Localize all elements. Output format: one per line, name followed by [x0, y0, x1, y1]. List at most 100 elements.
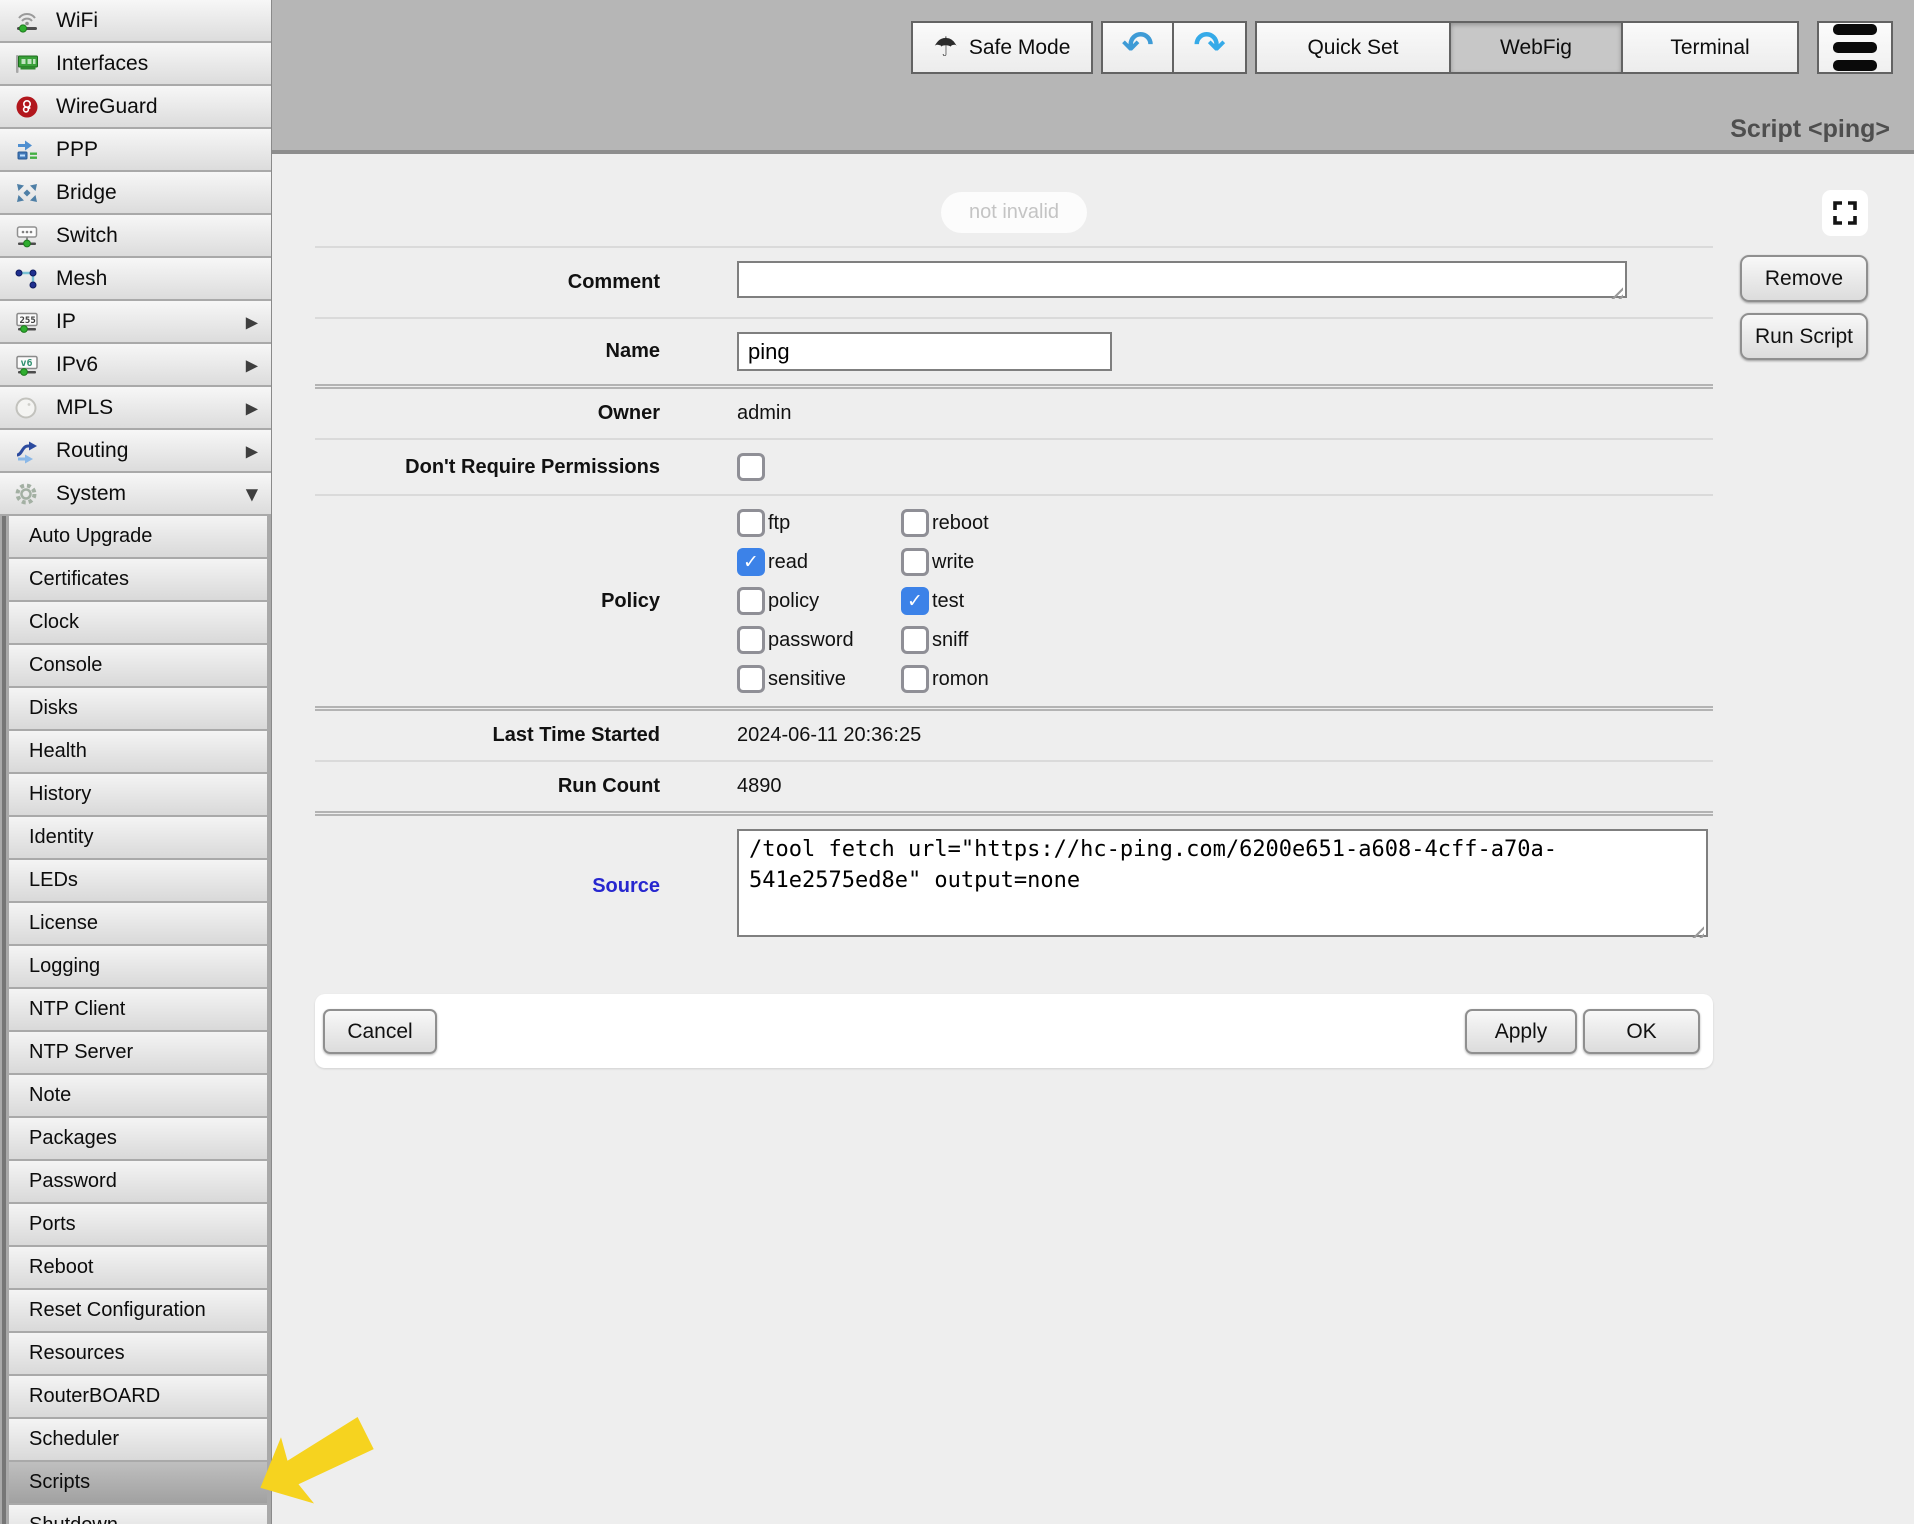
sidebar-item-routing[interactable]: Routing ▶: [0, 430, 271, 471]
sidebar-item-ipv6[interactable]: v6 IPv6 ▶: [0, 344, 271, 385]
chevron-right-icon: ▶: [246, 312, 258, 331]
form-button-bar: Cancel Apply OK: [315, 994, 1713, 1068]
sidebar-item-wireguard[interactable]: WireGuard: [0, 86, 271, 127]
policy-item-sensitive[interactable]: ✓sensitive: [737, 665, 901, 693]
source-field[interactable]: /tool fetch url="https://hc-ping.com/620…: [737, 829, 1708, 937]
sidebar-item-logging[interactable]: Logging: [9, 946, 267, 987]
policy-checkbox-sensitive[interactable]: ✓: [737, 665, 765, 693]
sidebar-item-ntp-client[interactable]: NTP Client: [9, 989, 267, 1030]
sidebar-item-password[interactable]: Password: [9, 1161, 267, 1202]
sidebar-item-routerboard[interactable]: RouterBOARD: [9, 1376, 267, 1417]
sidebar-item-identity[interactable]: Identity: [9, 817, 267, 858]
chevron-down-icon: ▼: [246, 484, 258, 503]
sidebar-item-scheduler[interactable]: Scheduler: [9, 1419, 267, 1460]
run-script-button[interactable]: Run Script: [1740, 313, 1868, 360]
sidebar-item-label: System: [56, 482, 126, 506]
safe-mode-button[interactable]: ☂ Safe Mode: [911, 21, 1093, 74]
sidebar-item-packages[interactable]: Packages: [9, 1118, 267, 1159]
last-time-started-value: 2024-06-11 20:36:25: [737, 724, 921, 747]
sidebar-item-history[interactable]: History: [9, 774, 267, 815]
sidebar: WiFi Interfaces WireGuard PPP Bridge Swi…: [0, 0, 272, 1524]
sidebar-item-ppp[interactable]: PPP: [0, 129, 271, 170]
interfaces-icon: [12, 50, 42, 78]
mesh-icon: [12, 265, 42, 293]
policy-item-policy[interactable]: ✓policy: [737, 587, 901, 615]
policy-checkbox-romon[interactable]: ✓: [901, 665, 929, 693]
policy-row: Policy ✓ftp ✓reboot ✓read ✓write ✓policy…: [315, 494, 1713, 706]
fullscreen-button[interactable]: [1822, 190, 1868, 236]
ip-icon: 255: [12, 308, 42, 336]
sidebar-item-label: Interfaces: [56, 52, 148, 76]
policy-checkbox-ftp[interactable]: ✓: [737, 509, 765, 537]
policy-checkbox-reboot[interactable]: ✓: [901, 509, 929, 537]
policy-item-romon[interactable]: ✓romon: [901, 665, 989, 693]
mpls-icon: [12, 394, 42, 422]
undo-button[interactable]: ↶: [1101, 21, 1174, 74]
sidebar-item-mesh[interactable]: Mesh: [0, 258, 271, 299]
sidebar-item-reboot[interactable]: Reboot: [9, 1247, 267, 1288]
sidebar-item-scripts[interactable]: Scripts: [9, 1462, 267, 1503]
policy-label: Policy: [315, 590, 660, 613]
policy-item-test[interactable]: ✓test: [901, 587, 989, 615]
policy-checkbox-read[interactable]: ✓: [737, 548, 765, 576]
policy-checkbox-test[interactable]: ✓: [901, 587, 929, 615]
policy-item-read[interactable]: ✓read: [737, 548, 901, 576]
source-label[interactable]: Source: [315, 875, 660, 898]
run-count-row: Run Count 4890: [315, 760, 1713, 811]
sidebar-item-disks[interactable]: Disks: [9, 688, 267, 729]
sidebar-item-label: MPLS: [56, 396, 113, 420]
content-area: Remove Run Script not invalid Comment Na…: [272, 154, 1914, 1524]
sidebar-item-auto-upgrade[interactable]: Auto Upgrade: [9, 516, 267, 557]
policy-item-reboot[interactable]: ✓reboot: [901, 509, 989, 537]
sidebar-item-interfaces[interactable]: Interfaces: [0, 43, 271, 84]
check-icon: ✓: [743, 553, 759, 572]
sidebar-item-reset-configuration[interactable]: Reset Configuration: [9, 1290, 267, 1331]
name-field[interactable]: [737, 332, 1112, 371]
policy-item-password[interactable]: ✓password: [737, 626, 901, 654]
hamburger-menu-button[interactable]: [1817, 21, 1893, 74]
sidebar-item-clock[interactable]: Clock: [9, 602, 267, 643]
redo-button[interactable]: ↷: [1174, 21, 1247, 74]
sidebar-item-shutdown[interactable]: Shutdown: [9, 1505, 267, 1524]
sidebar-item-health[interactable]: Health: [9, 731, 267, 772]
policy-item-ftp[interactable]: ✓ftp: [737, 509, 901, 537]
ok-button[interactable]: OK: [1583, 1009, 1700, 1054]
tab-terminal[interactable]: Terminal: [1623, 21, 1799, 74]
last-time-started-label: Last Time Started: [315, 724, 660, 747]
name-row: Name: [315, 317, 1713, 384]
sidebar-item-label: Switch: [56, 224, 118, 248]
sidebar-item-ntp-server[interactable]: NTP Server: [9, 1032, 267, 1073]
policy-item-write[interactable]: ✓write: [901, 548, 989, 576]
undo-icon: ↶: [1122, 26, 1154, 64]
policy-item-sniff[interactable]: ✓sniff: [901, 626, 989, 654]
apply-button[interactable]: Apply: [1465, 1009, 1577, 1054]
sidebar-item-mpls[interactable]: MPLS ▶: [0, 387, 271, 428]
remove-button[interactable]: Remove: [1740, 255, 1868, 302]
sidebar-item-note[interactable]: Note: [9, 1075, 267, 1116]
policy-checkbox-policy[interactable]: ✓: [737, 587, 765, 615]
dont-require-permissions-checkbox[interactable]: ✓: [737, 453, 765, 481]
sidebar-item-resources[interactable]: Resources: [9, 1333, 267, 1374]
policy-checkbox-password[interactable]: ✓: [737, 626, 765, 654]
sidebar-item-console[interactable]: Console: [9, 645, 267, 686]
tab-webfig[interactable]: WebFig: [1451, 21, 1623, 74]
run-count-label: Run Count: [315, 775, 660, 798]
cancel-button[interactable]: Cancel: [323, 1009, 437, 1054]
sidebar-item-certificates[interactable]: Certificates: [9, 559, 267, 600]
tab-quick-set[interactable]: Quick Set: [1255, 21, 1451, 74]
hamburger-icon: [1833, 24, 1877, 35]
sidebar-item-system[interactable]: System ▼: [0, 473, 271, 514]
sidebar-item-wifi[interactable]: WiFi: [0, 0, 271, 41]
sidebar-item-bridge[interactable]: Bridge: [0, 172, 271, 213]
sidebar-item-leds[interactable]: LEDs: [9, 860, 267, 901]
sidebar-item-switch[interactable]: Switch: [0, 215, 271, 256]
comment-field[interactable]: [737, 261, 1627, 298]
policy-checkbox-write[interactable]: ✓: [901, 548, 929, 576]
chevron-right-icon: ▶: [246, 355, 258, 374]
dont-require-permissions-label: Don't Require Permissions: [315, 456, 660, 479]
sidebar-item-ports[interactable]: Ports: [9, 1204, 267, 1245]
sidebar-item-ip[interactable]: 255 IP ▶: [0, 301, 271, 342]
chevron-right-icon: ▶: [246, 398, 258, 417]
sidebar-item-license[interactable]: License: [9, 903, 267, 944]
policy-checkbox-sniff[interactable]: ✓: [901, 626, 929, 654]
